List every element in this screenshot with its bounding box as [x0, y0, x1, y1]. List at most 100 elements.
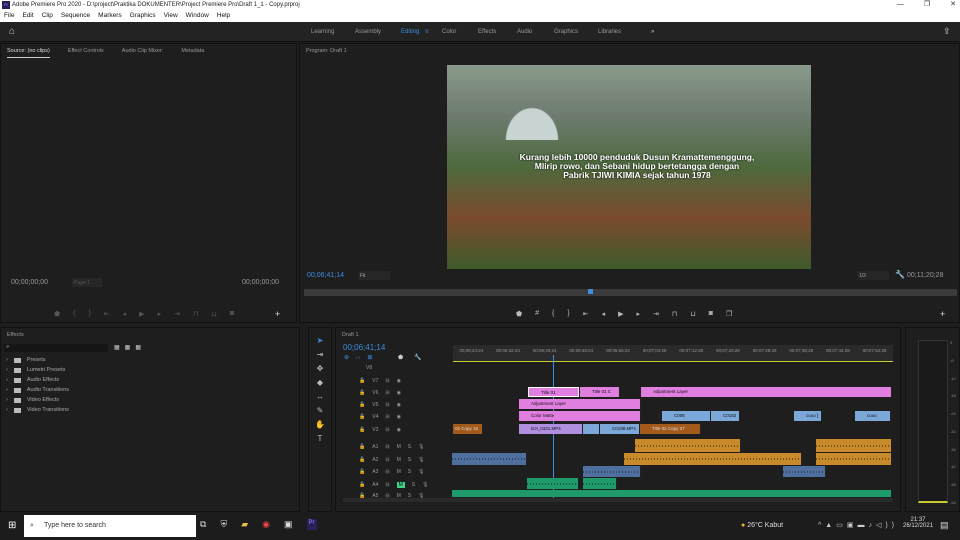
solo-button[interactable]: S: [412, 482, 415, 488]
track-label[interactable]: A4: [372, 482, 378, 488]
zoom-fit-dropdown[interactable]: Fit: [358, 271, 390, 280]
clip-adjustment-layer[interactable]: Adjustment Layer: [519, 399, 641, 409]
step-forward-icon[interactable]: ▸: [158, 310, 162, 318]
go-to-out-icon[interactable]: ⇥: [653, 310, 659, 318]
menu-file[interactable]: File: [4, 10, 14, 22]
page-dropdown[interactable]: Page 1: [72, 278, 102, 287]
track-label[interactable]: V5: [372, 402, 378, 408]
lift-icon[interactable]: ⊓: [672, 310, 677, 318]
track-select-tool-icon[interactable]: ⇥: [317, 350, 324, 359]
camera-icon[interactable]: ◙: [709, 310, 713, 318]
mark-in-icon[interactable]: {: [73, 310, 75, 318]
microphone-icon[interactable]: 🎙: [418, 444, 424, 450]
microphone-icon[interactable]: 🎙: [422, 482, 428, 488]
tab-audio-clip-mixer[interactable]: Audio Clip Mixer:: [122, 44, 164, 58]
add-marker-icon[interactable]: ⬟: [398, 354, 403, 361]
play-icon[interactable]: ▶: [618, 310, 623, 318]
more-workspaces-icon[interactable]: »: [651, 29, 654, 35]
file-explorer-icon[interactable]: ▰: [241, 519, 248, 530]
eye-icon[interactable]: ◉: [397, 427, 401, 433]
menu-window[interactable]: Window: [186, 10, 209, 22]
lock-icon[interactable]: 🔓: [359, 390, 365, 396]
notification-icon[interactable]: ▤: [940, 520, 949, 531]
lock-icon[interactable]: 🔓: [359, 482, 365, 488]
clock[interactable]: 21:37 26/12/2021: [903, 517, 933, 529]
add-button-icon[interactable]: +: [940, 309, 945, 319]
workspace-graphics[interactable]: Graphics: [554, 29, 578, 35]
sequence-tab[interactable]: Draft 1: [342, 328, 359, 342]
step-back-icon[interactable]: ◂: [602, 310, 606, 318]
clip-cooo[interactable]: cooo: [855, 411, 891, 421]
effect-filter-icons[interactable]: ▦▦▦: [114, 344, 146, 351]
folder-audio-transitions[interactable]: › Audio Transitions: [1, 385, 299, 395]
clip-title-01-c[interactable]: Title 01 C: [580, 387, 620, 397]
menu-markers[interactable]: Markers: [98, 10, 121, 22]
audio-clip[interactable]: [583, 466, 641, 477]
clip-blue[interactable]: [583, 424, 600, 434]
menu-edit[interactable]: Edit: [22, 10, 33, 22]
clip-cooo[interactable]: cooo [: [794, 411, 822, 421]
workspace-effects[interactable]: Effects: [478, 29, 496, 35]
resolution-dropdown[interactable]: 1/2: [857, 271, 889, 280]
track-label[interactable]: A2: [372, 457, 378, 463]
marker-icon[interactable]: ⬟: [516, 310, 522, 318]
extract-icon[interactable]: ⊔: [690, 310, 695, 318]
step-back-icon[interactable]: ◂: [123, 310, 127, 318]
eye-icon[interactable]: ◉: [397, 378, 401, 384]
workspace-audio[interactable]: Audio: [517, 29, 532, 35]
audio-clip[interactable]: [624, 453, 802, 465]
audio-clip[interactable]: [816, 453, 892, 465]
sync-icon[interactable]: ⊟: [385, 444, 389, 450]
sync-icon[interactable]: ⊟: [385, 390, 389, 396]
effects-search-input[interactable]: ⌕: [4, 344, 108, 352]
timeline-horizontal-scrollbar[interactable]: [343, 498, 893, 502]
track-label[interactable]: A1: [372, 444, 378, 450]
mark-out-icon[interactable]: }: [88, 310, 90, 318]
track-label[interactable]: V6: [372, 390, 378, 396]
task-view-icon[interactable]: ⧉: [200, 519, 206, 530]
wrench-icon[interactable]: 🔧: [895, 270, 905, 279]
timeline-timecode[interactable]: 00;06;41;14: [343, 343, 385, 352]
folder-video-effects[interactable]: › Video Effects: [1, 395, 299, 405]
eye-icon[interactable]: ◉: [397, 414, 401, 420]
sync-icon[interactable]: ⊟: [385, 427, 389, 433]
solo-button[interactable]: S: [408, 469, 411, 475]
microphone-icon[interactable]: 🎙: [418, 457, 424, 463]
maximize-icon[interactable]: ❐: [924, 0, 930, 10]
home-icon[interactable]: ⌂: [9, 26, 15, 37]
eye-icon[interactable]: ◉: [397, 390, 401, 396]
track-label[interactable]: V8: [366, 365, 372, 371]
microphone-icon[interactable]: 🎙: [418, 469, 424, 475]
clip-dji-0331[interactable]: DJI_0331.MP4: [519, 424, 583, 434]
lock-icon[interactable]: 🔓: [359, 457, 365, 463]
eye-icon[interactable]: ◉: [397, 402, 401, 408]
menu-clip[interactable]: Clip: [42, 10, 53, 22]
sync-icon[interactable]: ⊟: [385, 378, 389, 384]
security-icon[interactable]: ⛨: [220, 519, 227, 530]
sync-icon[interactable]: ⊟: [385, 402, 389, 408]
audio-clip[interactable]: [816, 439, 892, 452]
folder-presets[interactable]: › Presets: [1, 355, 299, 365]
program-scrubber[interactable]: [304, 289, 957, 296]
track-label[interactable]: A3: [372, 469, 378, 475]
tab-metadata[interactable]: Metadata: [181, 44, 204, 58]
lock-icon[interactable]: 🔓: [359, 427, 365, 433]
marker-icon[interactable]: ⬟: [54, 310, 60, 318]
mark-in-icon[interactable]: {: [552, 310, 554, 318]
workspace-editing[interactable]: Editing: [401, 29, 419, 35]
lock-icon[interactable]: 🔓: [359, 402, 365, 408]
effects-title[interactable]: Effects: [7, 328, 24, 342]
system-tray-icons[interactable]: ^▲▭▣▬♪◁)): [818, 521, 898, 529]
audio-clip[interactable]: [583, 478, 617, 489]
ripple-edit-tool-icon[interactable]: ✥: [317, 364, 324, 373]
timeline-tool-icons[interactable]: ⊕∩⊠: [344, 354, 379, 361]
audio-clip[interactable]: [783, 466, 826, 477]
camera-icon[interactable]: ◙: [230, 310, 234, 318]
solo-button[interactable]: S: [408, 444, 411, 450]
menu-graphics[interactable]: Graphics: [130, 10, 156, 22]
add-button-icon[interactable]: +: [275, 309, 280, 319]
mute-button[interactable]: M: [397, 444, 401, 450]
pen-tool-icon[interactable]: ✎: [317, 406, 324, 415]
clip-c006[interactable]: C006: [662, 411, 711, 421]
solo-button[interactable]: S: [408, 457, 411, 463]
